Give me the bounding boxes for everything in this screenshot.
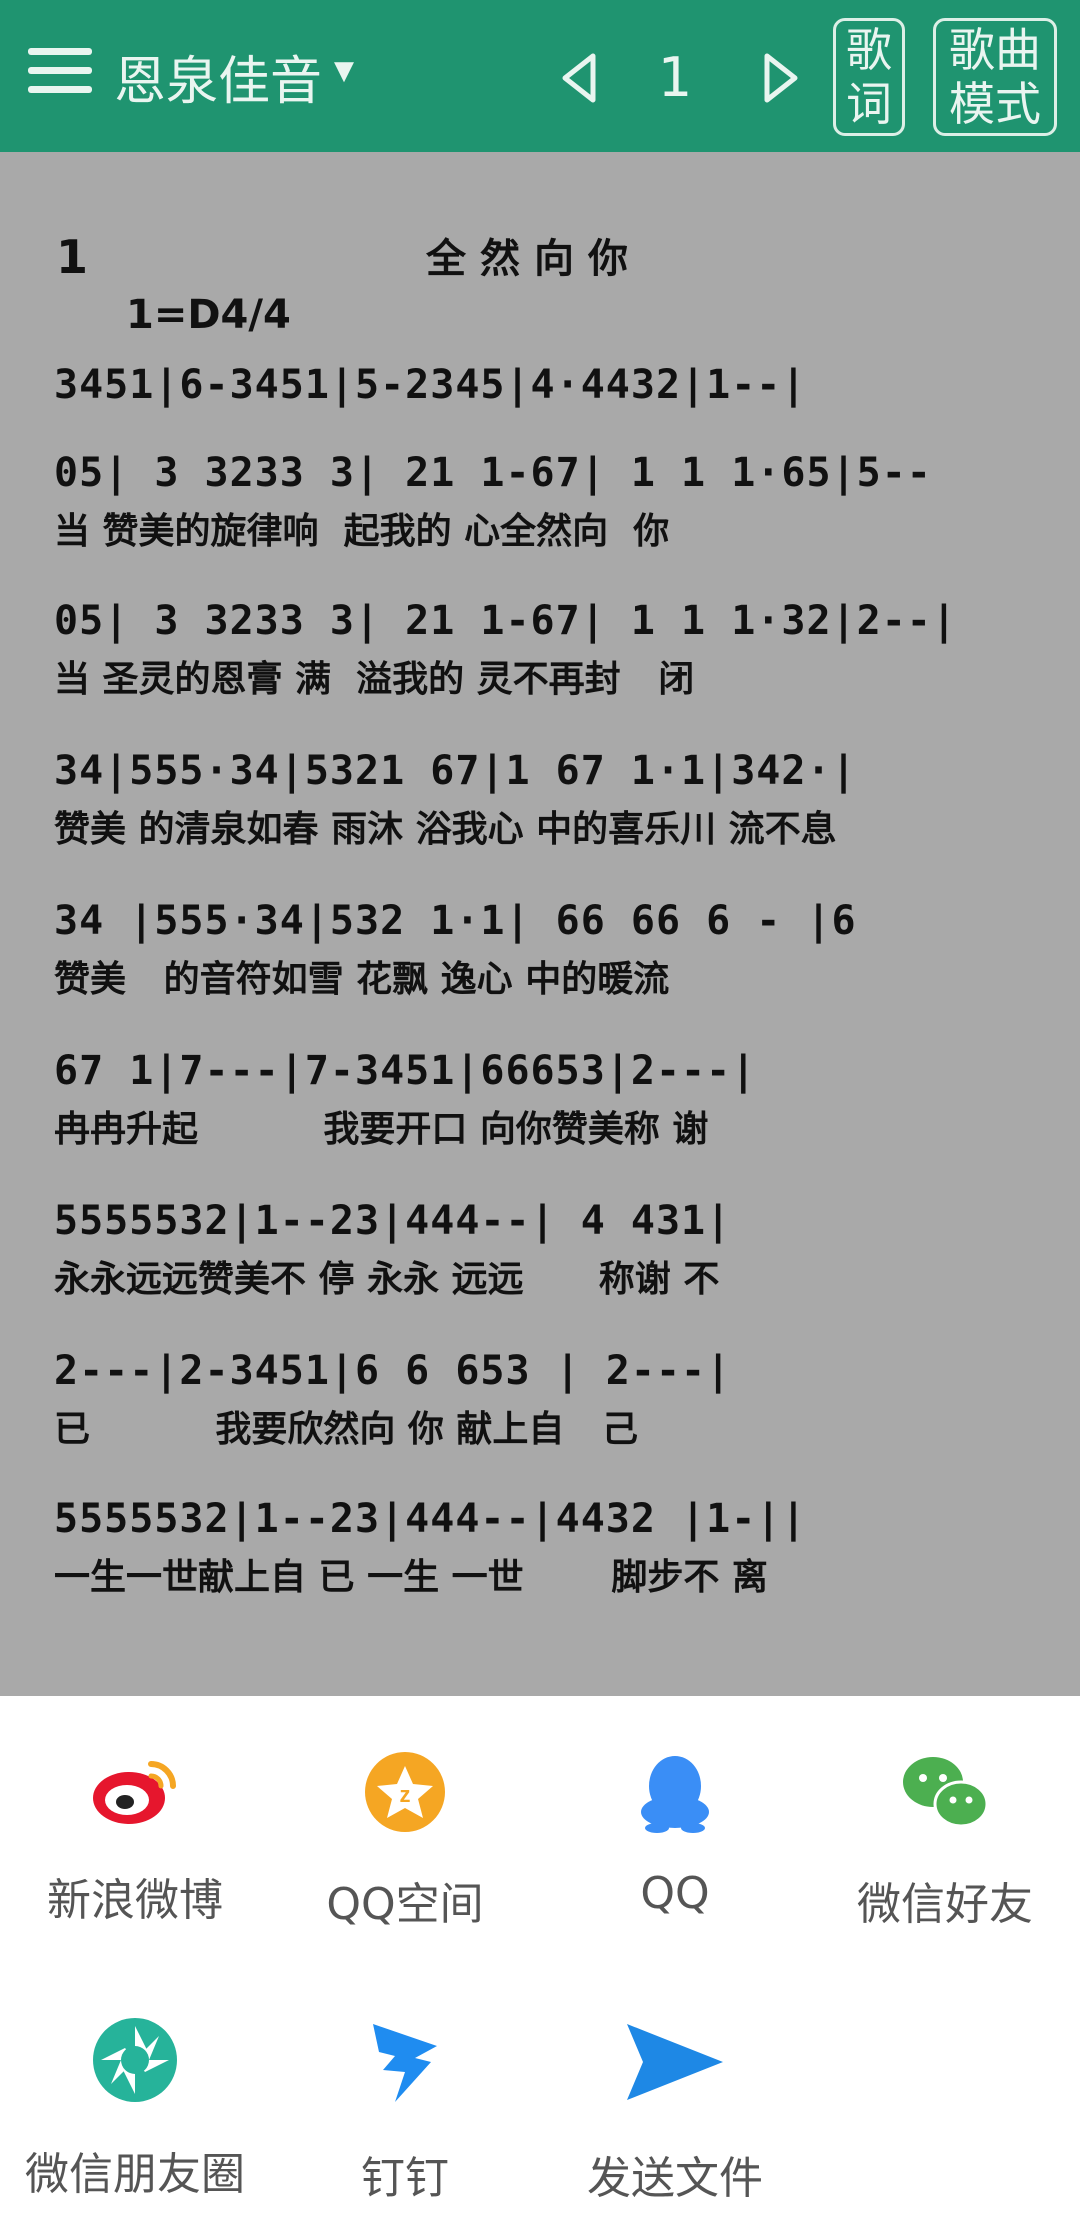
share-send-file-button[interactable]: 发送文件: [540, 2016, 810, 2206]
share-qzone-button[interactable]: z QQ空间: [270, 1750, 540, 1932]
song-number: 1: [56, 230, 89, 284]
score-line: 5555532|1--23|444--|4432 |1-|| 一生一世献上自 已…: [54, 1496, 1054, 1600]
svg-text:z: z: [400, 1782, 411, 1807]
share-send-file-label: 发送文件: [587, 2153, 763, 2204]
app-title-dropdown[interactable]: 恩泉佳音 ▼: [114, 44, 355, 112]
notation-line: 5555532|1--23|444--|4432 |1-||: [54, 1496, 807, 1542]
song-title: 全然向你: [426, 235, 642, 282]
top-app-bar: 恩泉佳音 ▼ 1 歌 词 歌曲 模式: [0, 0, 1080, 152]
qq-icon: [641, 1756, 709, 1833]
lyrics-button[interactable]: 歌 词: [833, 18, 905, 136]
lyrics-line: 永永远远赞美不 停 永永 远远 称谢 不: [54, 1259, 720, 1300]
share-dingtalk-button[interactable]: 钉钉: [270, 2016, 540, 2206]
lyrics-line: 当 圣灵的恩膏 满 溢我的 灵不再封 闭: [54, 659, 695, 700]
share-wechat-button[interactable]: 微信好友: [810, 1750, 1080, 1932]
notation-line: 5555532|1--23|444--| 4 431|: [54, 1198, 732, 1244]
menu-icon[interactable]: [28, 48, 92, 104]
next-page-icon[interactable]: [755, 50, 805, 106]
lyrics-line: 冉冉升起 我要开口 向你赞美称 谢: [54, 1109, 709, 1150]
share-moments-button[interactable]: 微信朋友圈: [0, 2016, 270, 2202]
app-title-text: 恩泉佳音: [114, 51, 323, 112]
lyrics-line: 一生一世献上自 已 一生 一世 脚步不 离: [54, 1557, 768, 1598]
song-mode-button[interactable]: 歌曲 模式: [933, 18, 1057, 136]
score-line: 2---|2-3451|6 6 653 | 2---| 已 我要欣然向 你 献上…: [54, 1348, 1054, 1452]
lyrics-line: 已 我要欣然向 你 献上自 己: [54, 1409, 638, 1450]
notation-line: 05| 3 3233 3| 21 1-67| 1 1 1·32|2--|: [54, 598, 957, 644]
notation-line: 05| 3 3233 3| 21 1-67| 1 1 1·65|5--: [54, 450, 932, 496]
notation-line: 3451|6-3451|5-2345|4·4432|1--|: [54, 362, 807, 408]
lyrics-button-label: 歌 词: [846, 23, 892, 131]
score-line: 34 |555·34|532 1·1| 66 66 6 - |6 赞美 的音符如…: [54, 898, 1054, 1002]
notation-line: 34|555·34|5321 67|1 67 1·1|342·|: [54, 748, 857, 794]
share-weibo-label: 新浪微博: [47, 1875, 223, 1926]
wechat-icon: [903, 1757, 989, 1828]
song-mode-button-label: 歌曲 模式: [949, 23, 1041, 131]
qzone-icon: z: [365, 1752, 445, 1832]
key-signature: 1=D4/4: [126, 292, 291, 338]
share-qq-button[interactable]: QQ: [540, 1750, 810, 1919]
lyrics-line: 当 赞美的旋律响 起我的 心全然向 你: [54, 511, 670, 552]
score-line: 34|555·34|5321 67|1 67 1·1|342·| 赞美 的清泉如…: [54, 748, 1054, 852]
notation-line: 2---|2-3451|6 6 653 | 2---|: [54, 1348, 732, 1394]
send-file-icon: [627, 2024, 723, 2100]
weibo-icon: [93, 1761, 176, 1824]
share-dingtalk-label: 钉钉: [361, 2153, 449, 2204]
previous-page-icon[interactable]: [555, 50, 605, 106]
score-line: 67 1|7---|7-3451|66653|2---| 冉冉升起 我要开口 向…: [54, 1048, 1054, 1152]
lyrics-line: 赞美 的音符如雪 花飘 逸心 中的暖流: [54, 959, 670, 1000]
page-number: 1: [657, 46, 693, 109]
share-wechat-label: 微信好友: [857, 1879, 1033, 1930]
dingtalk-icon: [373, 2024, 437, 2102]
caret-down-icon: ▼: [334, 56, 355, 86]
share-moments-label: 微信朋友圈: [25, 2149, 245, 2200]
score-line: 05| 3 3233 3| 21 1-67| 1 1 1·65|5-- 当 赞美…: [54, 450, 1054, 554]
score-line: 3451|6-3451|5-2345|4·4432|1--|: [54, 362, 1054, 408]
score-line: 5555532|1--23|444--| 4 431| 永永远远赞美不 停 永永…: [54, 1198, 1054, 1302]
share-sheet: 新浪微博 z QQ空间 QQ 微信好友 微信朋友圈 钉钉 发送文件: [0, 1696, 1080, 2235]
share-weibo-button[interactable]: 新浪微博: [0, 1750, 270, 1928]
share-qzone-label: QQ空间: [326, 1879, 484, 1930]
moments-icon: [93, 2018, 177, 2102]
lyrics-line: 赞美 的清泉如春 雨沐 浴我心 中的喜乐川 流不息: [54, 809, 837, 850]
notation-line: 34 |555·34|532 1·1| 66 66 6 - |6: [54, 898, 857, 944]
share-qq-label: QQ: [640, 1868, 710, 1919]
sheet-music[interactable]: 1 全然向你 1=D4/4 3451|6-3451|5-2345|4·4432|…: [0, 152, 1080, 1696]
notation-line: 67 1|7---|7-3451|66653|2---|: [54, 1048, 757, 1094]
score-line: 05| 3 3233 3| 21 1-67| 1 1 1·32|2--| 当 圣…: [54, 598, 1054, 702]
